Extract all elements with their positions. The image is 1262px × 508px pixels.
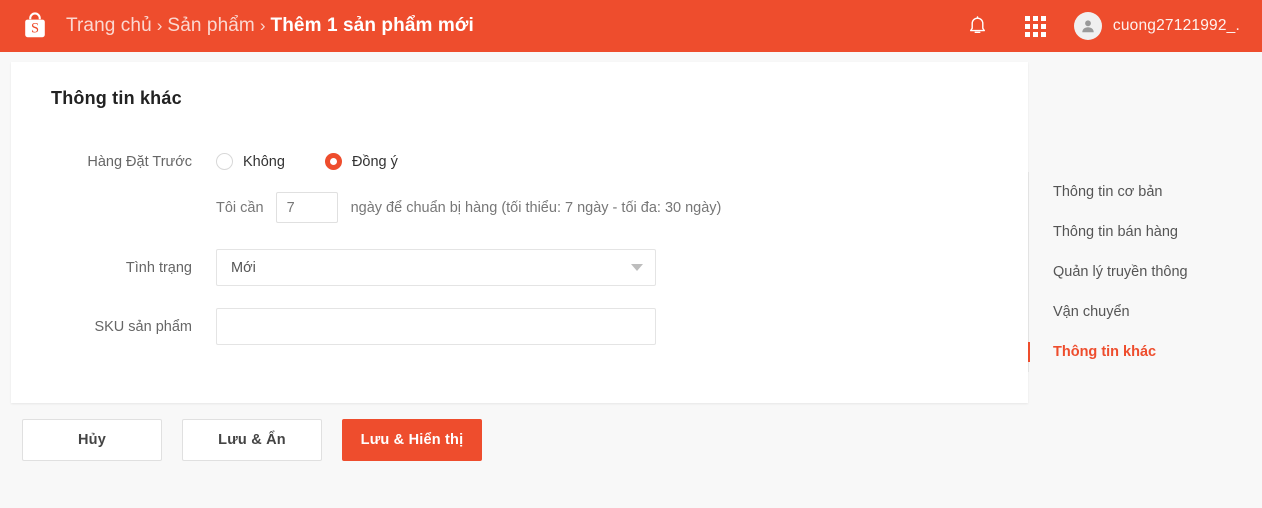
other-info-card: Thông tin khác Hàng Đặt Trước Không Đồng… — [11, 62, 1028, 403]
preorder-option-yes[interactable]: Đồng ý — [324, 153, 398, 170]
preorder-option-no[interactable]: Không — [216, 153, 285, 170]
sku-label: SKU sản phẩm — [94, 318, 192, 335]
sidebar-item-sales-info[interactable]: Thông tin bán hàng — [1053, 212, 1262, 252]
breadcrumb-home[interactable]: Trang chủ — [66, 15, 152, 37]
preorder-option-yes-label: Đồng ý — [351, 153, 398, 170]
condition-label: Tình trạng — [125, 259, 192, 276]
top-header-bar: S Trang chủ › Sản phẩm › Thêm 1 sản phẩm… — [0, 0, 1262, 52]
preorder-label: Hàng Đặt Trước — [87, 153, 192, 170]
svg-text:S: S — [31, 21, 39, 37]
sku-row: SKU sản phẩm — [51, 308, 988, 345]
breadcrumb-products[interactable]: Sản phẩm — [167, 15, 254, 37]
notification-button[interactable] — [958, 6, 998, 46]
page-body: Thông tin khác Hàng Đặt Trước Không Đồng… — [0, 52, 1262, 508]
sidebar-item-basic-info[interactable]: Thông tin cơ bản — [1053, 172, 1262, 212]
breadcrumb-separator-2: › — [259, 16, 266, 35]
sku-input[interactable] — [216, 308, 656, 345]
preparation-days-input[interactable] — [275, 192, 338, 223]
section-navigation: Thông tin cơ bản Thông tin bán hàng Quản… — [1028, 172, 1262, 372]
username-label[interactable]: cuong27121992_. — [1113, 17, 1240, 35]
breadcrumb-current: Thêm 1 sản phẩm mới — [270, 15, 474, 36]
header-actions: cuong27121992_. — [958, 6, 1240, 46]
content-column: Thông tin khác Hàng Đặt Trước Không Đồng… — [0, 52, 1028, 461]
shopee-logo[interactable]: S — [18, 9, 52, 43]
days-prefix-label: Tôi cần — [216, 199, 264, 216]
preorder-radio-group: Không Đồng ý — [216, 153, 438, 170]
preorder-row: Hàng Đặt Trước Không Đồng ý — [51, 153, 988, 170]
radio-checked-icon — [324, 153, 342, 170]
condition-select[interactable]: Mới — [216, 249, 656, 286]
condition-selected-value: Mới — [231, 259, 256, 276]
preorder-option-no-label: Không — [243, 153, 285, 170]
side-column: Thông tin cơ bản Thông tin bán hàng Quản… — [1017, 52, 1262, 372]
user-avatar-icon — [1082, 20, 1094, 33]
save-and-show-button[interactable]: Lưu & Hiển thị — [342, 419, 482, 461]
days-suffix-label: ngày để chuẩn bị hàng (tối thiểu: 7 ngày… — [350, 199, 722, 216]
condition-row: Tình trạng Mới — [51, 249, 988, 286]
radio-unchecked-icon — [216, 153, 233, 170]
user-avatar[interactable] — [1073, 12, 1102, 40]
page-title: Thông tin khác — [51, 88, 182, 108]
sidebar-item-other-info[interactable]: Thông tin khác — [1028, 332, 1262, 372]
shopee-bag-icon: S — [25, 12, 45, 38]
cancel-button[interactable]: Hủy — [22, 419, 162, 461]
notification-bell-icon — [970, 15, 986, 33]
sidebar-item-media-management[interactable]: Quản lý truyền thông — [1053, 252, 1262, 292]
sidebar-item-shipping[interactable]: Vận chuyển — [1053, 292, 1262, 332]
apps-menu-button[interactable] — [1016, 6, 1056, 46]
form-action-bar: Hủy Lưu & Ẩn Lưu & Hiển thị — [11, 403, 1017, 461]
chevron-down-icon — [631, 264, 643, 271]
save-and-hide-button[interactable]: Lưu & Ẩn — [182, 419, 322, 461]
breadcrumb: Trang chủ › Sản phẩm › Thêm 1 sản phẩm m… — [66, 15, 474, 37]
breadcrumb-separator-1: › — [156, 16, 163, 35]
preparation-days-row: Tôi cần ngày để chuẩn bị hàng (tối thiểu… — [216, 192, 988, 223]
apps-grid-icon — [1025, 15, 1047, 37]
